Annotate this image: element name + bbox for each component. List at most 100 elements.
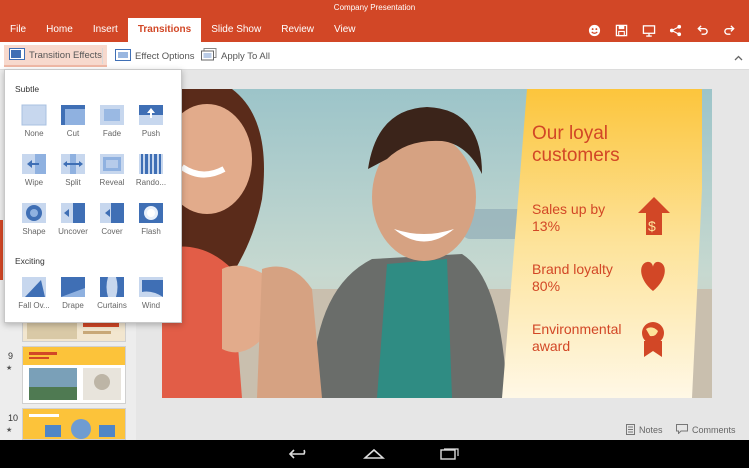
effect-flash-label: Flash (141, 227, 161, 236)
effect-curtains-icon (100, 277, 124, 297)
effect-cut[interactable]: Cut (53, 104, 93, 138)
transition-star-icon: ★ (6, 365, 13, 372)
effect-split-icon (61, 154, 85, 174)
effect-cover-icon (100, 203, 124, 223)
effect-wipe[interactable]: Wipe (14, 153, 54, 187)
effect-push-label: Push (141, 129, 161, 138)
slide-thumbnail-9[interactable] (22, 346, 126, 404)
svg-text:$: $ (648, 218, 656, 234)
tab-review[interactable]: Review (271, 18, 324, 42)
effect-flash-icon (139, 203, 163, 223)
transition-effects-icon (9, 47, 25, 63)
tab-slide-show[interactable]: Slide Show (201, 18, 271, 42)
effect-options-button[interactable]: Effect Options (110, 45, 200, 67)
effect-split[interactable]: Split (53, 153, 93, 187)
effect-wind[interactable]: Wind (131, 276, 171, 310)
effect-reveal-icon (100, 154, 124, 174)
title-bar: Company Presentation File Home Insert Tr… (0, 0, 749, 42)
effect-options-label: Effect Options (135, 50, 195, 62)
ribbon-divider (102, 48, 103, 64)
effect-push-icon (139, 105, 163, 125)
effect-wipe-icon (22, 154, 46, 174)
effect-fade-icon (100, 105, 124, 125)
effect-uncover-icon (61, 203, 85, 223)
effect-reveal[interactable]: Reveal (92, 153, 132, 187)
back-icon[interactable] (284, 445, 314, 463)
effect-drape-icon (61, 277, 85, 297)
effect-drape-label: Drape (62, 301, 84, 310)
effect-cover[interactable]: Cover (92, 202, 132, 236)
apply-to-all-icon (201, 48, 217, 64)
ribbon-commands: Transition Effects Effect Options Apply … (0, 42, 749, 70)
effect-uncover-label: Uncover (58, 227, 88, 236)
effect-shape-icon (22, 203, 46, 223)
ribbon-tabs: File Home Insert Transitions Slide Show … (0, 18, 366, 42)
effect-fall-over-icon (22, 277, 46, 297)
slide-title: Our loyal customers (532, 123, 620, 167)
effect-wipe-label: Wipe (24, 178, 44, 187)
notes-button[interactable]: Notes (626, 422, 663, 438)
apply-to-all-button[interactable]: Apply To All (196, 45, 275, 67)
transition-effects-label: Transition Effects (29, 49, 102, 61)
effect-drape[interactable]: Drape (53, 276, 93, 310)
effect-fall-over[interactable]: Fall Ov... (14, 276, 54, 310)
slide-item-sales-line-1: Sales up by (532, 201, 606, 217)
slide-photo: $ (162, 89, 712, 398)
effect-uncover[interactable]: Uncover (53, 202, 93, 236)
slide-title-line-2: customers (532, 145, 620, 166)
top-toolbar (581, 19, 743, 41)
recent-apps-icon[interactable] (434, 445, 464, 463)
undo-icon[interactable] (689, 19, 716, 41)
slide-number-9: 9 (8, 351, 14, 361)
effect-cover-label: Cover (101, 227, 123, 236)
effect-push[interactable]: Push (131, 104, 171, 138)
selection-marker (0, 220, 3, 280)
transition-star-icon: ★ (6, 427, 13, 434)
effect-fade-label: Fade (102, 129, 122, 138)
home-icon[interactable] (359, 445, 389, 463)
app-title: Company Presentation (333, 3, 416, 12)
slide-item-sales-line-2: 13% (532, 218, 561, 234)
effect-shape-label: Shape (22, 227, 46, 236)
effect-options-icon (115, 48, 131, 64)
effect-wind-label: Wind (141, 301, 161, 310)
redo-icon[interactable] (716, 19, 743, 41)
share-icon[interactable] (662, 19, 689, 41)
tab-insert[interactable]: Insert (83, 18, 128, 42)
slide-item-award-line-2: award (532, 338, 571, 354)
slide-item-loyalty-line-2: 80% (532, 278, 561, 294)
slide-item-loyalty: Brand loyalty 80% (532, 261, 613, 295)
effect-fade[interactable]: Fade (92, 104, 132, 138)
effect-none-icon (21, 104, 47, 126)
effect-random-bars[interactable]: Rando... (131, 153, 171, 187)
effect-split-label: Split (65, 178, 81, 187)
effect-reveal-label: Reveal (99, 178, 125, 187)
section-subtle: Subtle (15, 84, 40, 94)
save-icon[interactable] (608, 19, 635, 41)
current-slide[interactable]: $ Our loyal customers Sales up by 13% Br… (162, 89, 712, 398)
comments-label: Comments (692, 425, 736, 435)
comments-button[interactable]: Comments (676, 422, 736, 438)
effect-cut-icon (61, 105, 85, 125)
effect-shape[interactable]: Shape (14, 202, 54, 236)
transition-effects-button[interactable]: Transition Effects (4, 45, 107, 67)
tab-file[interactable]: File (0, 18, 36, 42)
effect-random-bars-label: Rando... (135, 178, 167, 187)
effect-random-bars-icon (139, 154, 163, 174)
tab-transitions[interactable]: Transitions (127, 18, 202, 42)
present-icon[interactable] (635, 19, 662, 41)
effect-none[interactable]: None (14, 104, 54, 138)
slide-thumbnail-10[interactable] (22, 408, 126, 440)
effect-fall-over-label: Fall Ov... (18, 301, 50, 310)
effect-none-label: None (24, 129, 44, 138)
effect-flash[interactable]: Flash (131, 202, 171, 236)
slide-number-10: 10 (8, 413, 19, 423)
collapse-ribbon-icon[interactable] (734, 52, 743, 64)
transition-effects-panel: Subtle None Cut Fade Push Wipe Split Rev… (4, 69, 182, 323)
effect-curtains[interactable]: Curtains (92, 276, 132, 310)
tab-home[interactable]: Home (36, 18, 83, 42)
smiley-icon[interactable] (581, 19, 608, 41)
tab-view[interactable]: View (324, 18, 366, 42)
system-nav-bar (0, 440, 749, 468)
slide-item-loyalty-line-1: Brand loyalty (532, 261, 613, 277)
